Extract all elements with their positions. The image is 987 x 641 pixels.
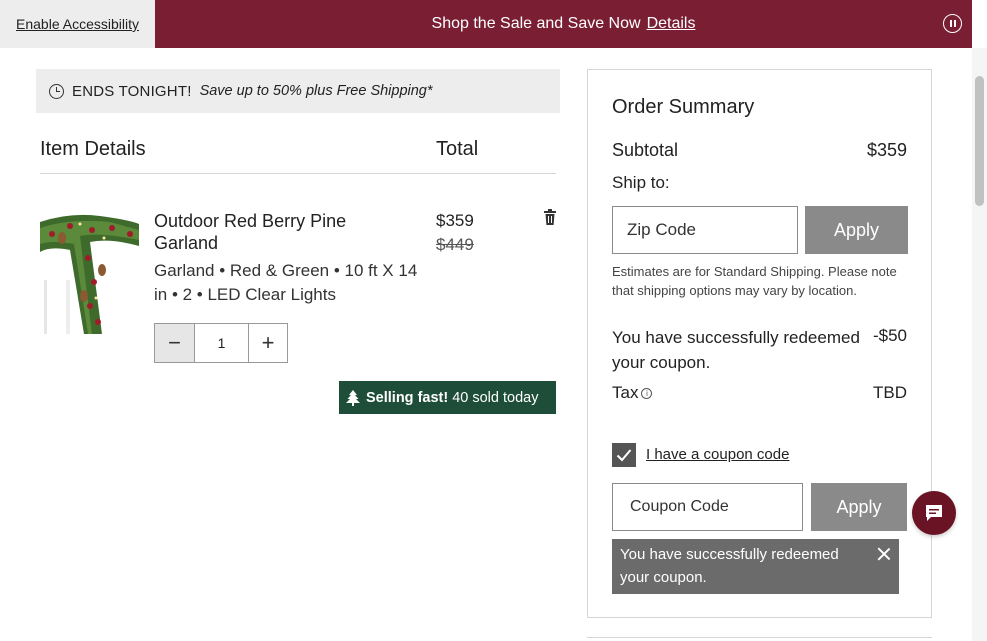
- coupon-checkbox[interactable]: [612, 443, 636, 467]
- subtotal-value: $359: [866, 140, 907, 160]
- item-original-price: $449: [436, 235, 474, 254]
- product-name-link[interactable]: Outdoor Red Berry Pine Garland: [154, 210, 404, 254]
- chat-icon: [926, 505, 942, 521]
- coupon-redeemed-line: You have successfully redeemed your coup…: [612, 328, 860, 372]
- panel-divider: [587, 637, 932, 638]
- product-image[interactable]: [40, 210, 139, 334]
- item-price: $359: [436, 211, 474, 230]
- top-banner: Enable Accessibility Shop the Sale and S…: [0, 0, 972, 48]
- coupon-checkbox-label[interactable]: I have a coupon code: [646, 446, 789, 463]
- item-details-header: Item Details: [40, 138, 146, 160]
- ends-tonight-headline: ENDS TONIGHT!: [72, 82, 192, 100]
- tree-icon: [346, 389, 360, 406]
- header-divider: [40, 173, 556, 174]
- order-summary-panel: Order Summary Subtotal $359 Ship to: App…: [587, 69, 932, 618]
- scrollbar-thumb[interactable]: [975, 76, 984, 206]
- shipping-estimate-note: Estimates are for Standard Shipping. Ple…: [612, 264, 897, 298]
- quantity-stepper: − 1 +: [154, 323, 288, 363]
- zip-apply-button[interactable]: Apply: [805, 206, 908, 254]
- order-summary-title: Order Summary: [612, 96, 755, 118]
- tax-value: TBD: [873, 383, 907, 402]
- product-attributes: Garland • Red & Green • 10 ft X 14 in • …: [154, 261, 418, 304]
- subtotal-label: Subtotal: [612, 140, 679, 160]
- promo-details-link[interactable]: Details: [647, 15, 696, 33]
- trash-icon[interactable]: [543, 209, 557, 225]
- ship-to-label: Ship to:: [612, 173, 670, 192]
- selling-fast-count: 40 sold today: [452, 389, 539, 406]
- enable-accessibility-link[interactable]: Enable Accessibility: [0, 0, 155, 48]
- tax-label-text: Tax: [612, 383, 639, 402]
- quantity-input[interactable]: 1: [195, 324, 249, 362]
- ends-tonight-banner: ENDS TONIGHT! Save up to 50% plus Free S…: [36, 69, 560, 113]
- selling-fast-bold: Selling fast!: [366, 389, 449, 406]
- pause-icon[interactable]: [943, 14, 962, 33]
- selling-fast-badge: Selling fast! 40 sold today: [339, 381, 556, 414]
- chat-button[interactable]: [912, 491, 956, 535]
- coupon-code-input[interactable]: [612, 483, 803, 531]
- info-icon[interactable]: i: [641, 387, 653, 399]
- checkmark-icon: [616, 449, 632, 462]
- close-icon[interactable]: [877, 547, 891, 561]
- promo-text: Shop the Sale and Save Now: [431, 15, 641, 32]
- toast-message: You have successfully redeemed your coup…: [620, 546, 839, 586]
- promo-banner: Shop the Sale and Save Now Details: [155, 0, 972, 48]
- ends-tonight-offer: Save up to 50% plus Free Shipping*: [199, 83, 433, 99]
- zip-code-input[interactable]: [612, 206, 798, 254]
- increase-quantity-button[interactable]: +: [249, 324, 287, 362]
- tax-label: Tax i: [612, 383, 653, 403]
- coupon-discount-value: -$50: [872, 326, 907, 345]
- clock-icon: [49, 83, 64, 99]
- coupon-apply-button[interactable]: Apply: [811, 483, 907, 531]
- decrease-quantity-button[interactable]: −: [155, 324, 195, 362]
- page-scrollbar[interactable]: [972, 48, 987, 641]
- coupon-success-toast: You have successfully redeemed your coup…: [612, 539, 899, 594]
- total-header: Total: [436, 138, 479, 160]
